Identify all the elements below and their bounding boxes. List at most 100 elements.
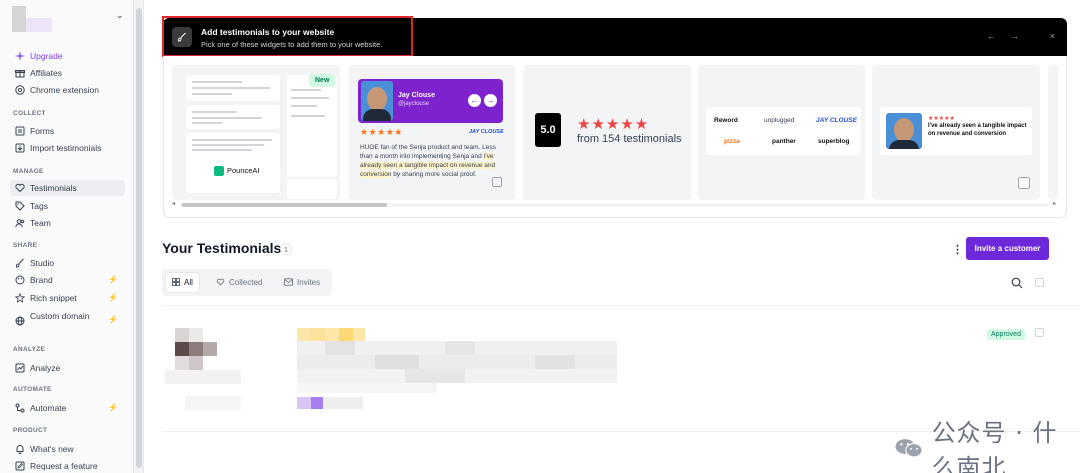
sidebar-item-brand[interactable]: Brand ⚡ — [14, 272, 126, 288]
select-all-checkbox[interactable] — [1035, 278, 1044, 287]
sidebar-item-analyze[interactable]: Analyze — [14, 360, 126, 376]
sidebar-item-tags[interactable]: Tags — [14, 198, 126, 214]
edit-icon[interactable] — [1018, 177, 1030, 189]
search-icon[interactable] — [1011, 277, 1023, 289]
sidebar-scrollbar[interactable] — [134, 0, 144, 473]
divider — [162, 305, 1080, 306]
wechat-icon — [895, 439, 923, 458]
widget-card-wall[interactable]: PounceAI New — [172, 65, 340, 200]
sidebar-item-label: Team — [30, 218, 51, 228]
sidebar-item-testimonials[interactable]: Testimonials — [10, 180, 125, 196]
banner-nav-arrows[interactable]: ← → — [986, 31, 1025, 41]
form-icon — [14, 126, 25, 137]
widget-gallery: PounceAI New Jay Clouse @jayclouse ← → ★★… — [163, 56, 1067, 218]
bolt-icon: ⚡ — [108, 315, 118, 324]
sidebar-item-label: Analyze — [30, 363, 61, 373]
close-icon[interactable]: × — [1050, 31, 1055, 41]
rating-score: 5.0 — [535, 113, 561, 147]
gallery-scrollbar[interactable]: ◂ ▸ — [172, 201, 1056, 208]
sidebar-item-label: Import testimonials — [30, 143, 102, 153]
pounce-logo: PounceAI — [214, 164, 280, 177]
testimonial-text: HUGE fan of the Senja product and team. … — [360, 144, 496, 178]
section-title: Your Testimonials — [162, 240, 282, 256]
tag-icon — [14, 201, 25, 212]
rating-stars: ★★★★★ — [360, 127, 403, 137]
arrow-left-icon[interactable]: ← — [468, 94, 481, 107]
avatar — [886, 113, 922, 149]
sidebar: ⌄ Upgrade Affiliates Chrome extension CO… — [0, 0, 134, 473]
sidebar-item-label: Rich snippet — [30, 293, 77, 303]
sidebar-item-automate[interactable]: Automate ⚡ — [14, 400, 126, 416]
logo-jay-clouse: JAY CLOUSE — [816, 117, 857, 124]
chevron-down-icon[interactable]: ⌄ — [116, 10, 124, 21]
sidebar-item-whats-new[interactable]: What's new — [14, 441, 126, 457]
more-options-icon[interactable]: ⋮ — [952, 243, 963, 256]
sidebar-item-upgrade[interactable]: Upgrade — [14, 48, 126, 64]
bolt-icon: ⚡ — [108, 403, 118, 412]
brush-icon — [14, 258, 25, 269]
filter-tabs: All Collected Invites — [162, 269, 332, 296]
widget-card-carousel[interactable]: Jay Clouse @jayclouse ← → ★★★★★ JAY CLOUS… — [349, 65, 515, 200]
sidebar-item-label: Upgrade — [30, 51, 63, 61]
sidebar-item-rich-snippet[interactable]: Rich snippet ⚡ — [14, 290, 126, 306]
chrome-icon — [14, 85, 25, 96]
heart-icon — [14, 183, 25, 194]
sidebar-item-chrome-extension[interactable]: Chrome extension — [14, 82, 126, 98]
logo-pizza: pizza — [724, 138, 740, 145]
widget-card-rating[interactable]: 5.0 ★★★★★ from 154 testimonials — [523, 65, 691, 200]
widget-card-logos[interactable]: Reword unplugged JAY CLOUSE pizza panthe… — [698, 65, 865, 200]
sidebar-item-import-testimonials[interactable]: Import testimonials — [14, 140, 126, 156]
sidebar-item-team[interactable]: Team — [14, 215, 126, 231]
edit-icon — [14, 461, 25, 472]
import-icon — [14, 143, 25, 154]
sidebar-item-label: Forms — [30, 126, 55, 136]
gift-icon — [14, 68, 25, 79]
bolt-icon: ⚡ — [108, 275, 118, 284]
watermark: 公众号 · 什么南北 — [894, 413, 1080, 473]
highlight-box — [162, 16, 413, 57]
sidebar-item-label: Chrome extension — [30, 85, 99, 95]
sidebar-item-label: Testimonials — [30, 183, 77, 193]
section-label-automate: AUTOMATE — [13, 386, 52, 393]
tab-collected[interactable]: Collected — [210, 273, 268, 292]
section-label-share: SHARE — [13, 242, 38, 249]
sidebar-item-forms[interactable]: Forms — [14, 123, 126, 139]
logo-reword: Reword — [714, 117, 738, 124]
tab-all[interactable]: All — [166, 273, 199, 292]
logo-panther: panther — [772, 138, 796, 145]
section-label-collect: COLLECT — [13, 110, 46, 117]
sidebar-item-label: Affiliates — [30, 68, 62, 78]
invite-customer-button[interactable]: Invite a customer — [966, 237, 1049, 260]
globe-icon — [14, 315, 25, 326]
status-badge: Approved — [987, 329, 1025, 340]
video-icon — [492, 177, 502, 187]
reviewer-handle: @jayclouse — [398, 101, 430, 107]
brand-logo: JAY CLOUSE — [469, 129, 504, 135]
row-checkbox[interactable] — [1035, 328, 1044, 337]
arrow-right-icon[interactable]: → — [484, 94, 497, 107]
main-content: Add testimonials to your website Pick on… — [145, 0, 1080, 473]
widget-card-single[interactable]: ★★★★★ I've already seen a tangible impac… — [872, 65, 1040, 200]
workflow-icon — [14, 403, 25, 414]
grid-icon — [172, 277, 180, 288]
testimonial-count-badge: 1 — [280, 243, 292, 255]
sidebar-item-label: Custom domain — [30, 311, 90, 321]
tab-invites[interactable]: Invites — [278, 273, 326, 292]
sidebar-item-label: Request a feature — [30, 461, 98, 471]
bolt-icon: ⚡ — [108, 293, 118, 302]
avatar — [361, 81, 393, 121]
sidebar-item-label: Studio — [30, 258, 55, 268]
sidebar-item-request-feature[interactable]: Request a feature — [14, 458, 126, 473]
workspace-avatar[interactable] — [12, 6, 54, 32]
rating-stars: ★★★★★ — [577, 116, 650, 133]
palette-icon — [14, 275, 25, 286]
widget-card-partial[interactable] — [1048, 65, 1058, 200]
sidebar-item-custom-domain[interactable]: Custom domain ⚡ — [14, 309, 126, 337]
sidebar-item-affiliates[interactable]: Affiliates — [14, 65, 126, 81]
sidebar-item-studio[interactable]: Studio — [14, 255, 126, 271]
sidebar-item-label: What's new — [30, 444, 74, 454]
star-icon — [14, 293, 25, 304]
logo-superblog: superblog — [818, 138, 850, 145]
sidebar-item-label: Automate — [30, 403, 67, 413]
testimonial-text: I've already seen a tangible impact on r… — [928, 123, 1027, 137]
